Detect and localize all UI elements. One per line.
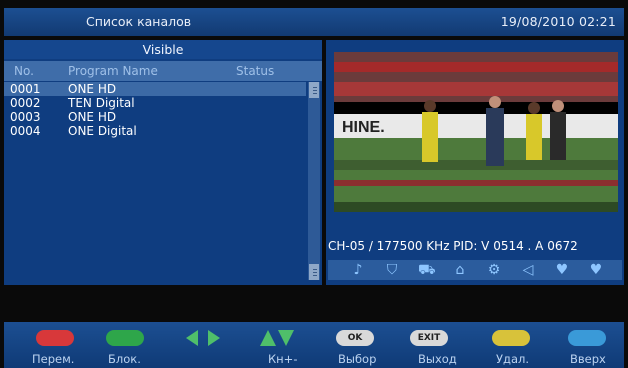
- left-right-arrows-icon: [186, 330, 220, 346]
- channel-number: 0004: [10, 124, 41, 138]
- blue-key-label: Вверх: [570, 352, 606, 366]
- cart-icon: ⛟: [418, 262, 436, 278]
- col-no: No.: [14, 64, 34, 78]
- header-bar: Список каналов 19/08/2010 02:21: [4, 8, 624, 36]
- list-item[interactable]: 0004 ONE Digital: [4, 124, 306, 138]
- satellite-icon: ◁: [522, 262, 534, 278]
- channel-name: TEN Digital: [68, 96, 135, 110]
- blue-key-icon: [568, 330, 606, 346]
- channel-name: ONE HD: [68, 82, 117, 96]
- heart-icon: ♥: [589, 262, 603, 278]
- channel-name: ONE HD: [68, 110, 117, 124]
- footer-button-bar: Перем. Блок. Кн+- OK Выбор EXIT Выход Уд…: [4, 322, 624, 368]
- group-label: Visible: [4, 40, 322, 59]
- up-down-label: Кн+-: [268, 352, 298, 366]
- feature-icon-bar: ♪ ⛉ ⛟ ⌂ ⚙ ◁ ♥ ♥: [328, 260, 622, 280]
- list-item[interactable]: 0002 TEN Digital: [4, 96, 306, 110]
- heart-icon: ♥: [555, 262, 569, 278]
- green-key-icon: [106, 330, 144, 346]
- datetime: 19/08/2010 02:21: [500, 14, 616, 29]
- shield-icon: ⛉: [386, 262, 398, 278]
- gear-icon: ⚙: [487, 262, 501, 278]
- ok-key-label: Выбор: [338, 352, 377, 366]
- music-icon: ♪: [353, 262, 363, 278]
- yellow-key-label: Удал.: [496, 352, 530, 366]
- channel-list-panel: Visible No. Program Name Status 0001 ONE…: [4, 40, 322, 285]
- video-preview: HINE.: [334, 52, 618, 212]
- scroll-up-handle[interactable]: [309, 82, 319, 98]
- exit-key-label: Выход: [418, 352, 457, 366]
- list-item[interactable]: 0001 ONE HD: [4, 82, 306, 96]
- video-frame-image: HINE.: [334, 52, 618, 212]
- red-key-icon: [36, 330, 74, 346]
- col-name: Program Name: [68, 64, 158, 78]
- channel-name: ONE Digital: [68, 124, 137, 138]
- green-key-label: Блок.: [108, 352, 141, 366]
- channel-number: 0001: [10, 82, 41, 96]
- col-status: Status: [236, 64, 275, 78]
- red-key-label: Перем.: [32, 352, 75, 366]
- ok-key-icon: OK: [336, 330, 374, 346]
- list-headers: No. Program Name Status: [4, 61, 322, 81]
- preview-panel: HINE. CH-05 / 177500 KHz PID: V 0514 . A…: [326, 40, 624, 285]
- svg-text:HINE.: HINE.: [342, 119, 385, 136]
- yellow-key-icon: [492, 330, 530, 346]
- up-down-arrows-icon: [260, 330, 294, 346]
- channel-number: 0002: [10, 96, 41, 110]
- screen-title: Список каналов: [86, 14, 192, 29]
- list-item[interactable]: 0003 ONE HD: [4, 110, 306, 124]
- exit-key-icon: EXIT: [410, 330, 448, 346]
- lock-icon: ⌂: [455, 262, 465, 278]
- list-scrollbar[interactable]: [308, 82, 320, 280]
- scroll-down-handle[interactable]: [309, 264, 319, 280]
- channel-list: 0001 ONE HD 0002 TEN Digital 0003 ONE HD…: [4, 82, 306, 138]
- channel-number: 0003: [10, 110, 41, 124]
- tuning-info: CH-05 / 177500 KHz PID: V 0514 . A 0672: [328, 239, 578, 253]
